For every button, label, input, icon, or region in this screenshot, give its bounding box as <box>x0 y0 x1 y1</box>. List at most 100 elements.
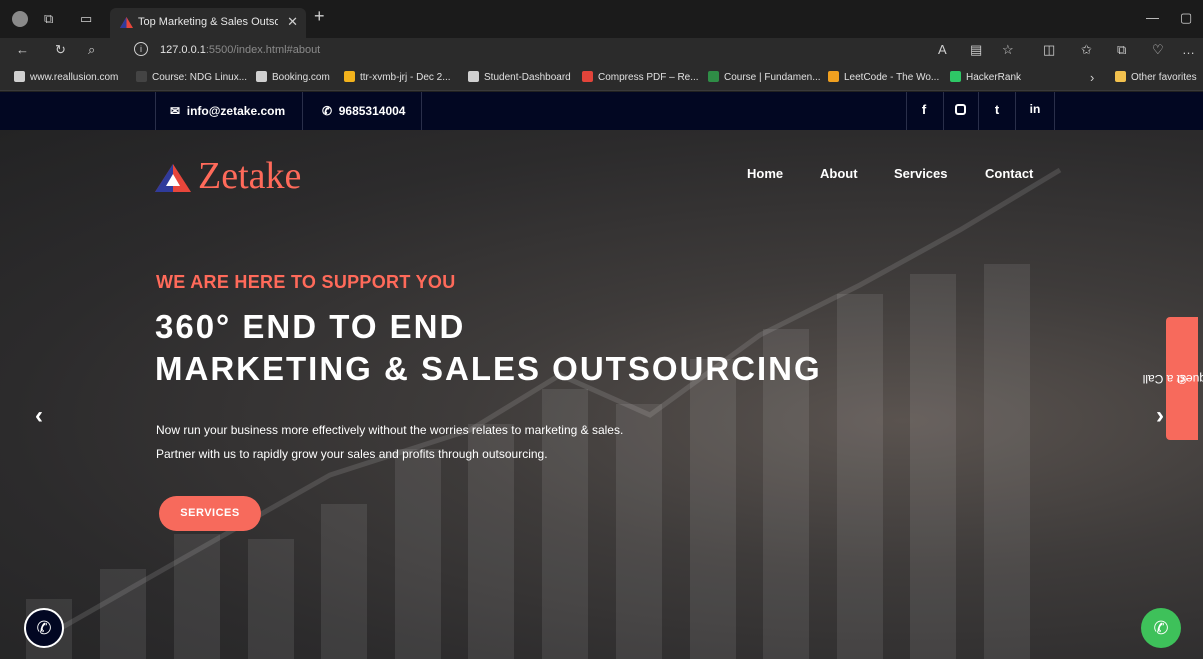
instagram-icon[interactable] <box>950 102 970 117</box>
bookmark-label: LeetCode - The Wo... <box>844 72 940 83</box>
bookmark-item[interactable]: Booking.com <box>256 71 330 83</box>
favorite-star-icon[interactable]: ☆ <box>1002 42 1014 58</box>
bookmark-favicon-icon <box>708 71 719 82</box>
nav-contact[interactable]: Contact <box>985 166 1033 181</box>
split-screen-icon[interactable]: ◫ <box>1043 42 1055 58</box>
email-link[interactable]: ✉ info@zetake.com <box>170 104 285 118</box>
site-info-icon[interactable]: i <box>134 42 148 56</box>
browser-tab-bar: ⧉ ▭ Top Marketing & Sales Outsourc ✕ + —… <box>0 0 1203 38</box>
services-button[interactable]: SERVICES <box>159 496 261 531</box>
bookmark-item[interactable]: Compress PDF – Re... <box>582 71 699 83</box>
phone-icon: ✆ <box>322 104 333 118</box>
bookmark-item[interactable]: Course: NDG Linux... <box>136 71 247 83</box>
slider-prev-icon[interactable]: ‹ <box>35 402 43 430</box>
other-favorites-label: Other favorites <box>1131 72 1197 83</box>
url-field[interactable]: 127.0.0.1:5500/index.html#about <box>160 44 320 56</box>
request-call-tab[interactable]: ✆ Request a Call <box>1143 317 1203 440</box>
request-call-label: Request a Call <box>1142 371 1203 386</box>
bookmark-label: www.reallusion.com <box>30 72 119 83</box>
bookmark-label: Course | Fundamen... <box>724 72 821 83</box>
bookmark-label: ttr-xvmb-jrj - Dec 2... <box>360 72 451 83</box>
background-trend-line <box>38 167 1062 643</box>
divider <box>906 92 907 130</box>
contact-strip: ✉ info@zetake.com ✆ 9685314004 f t in <box>0 92 1203 130</box>
workspaces-icon[interactable]: ⧉ <box>44 11 53 27</box>
whatsapp-button[interactable]: ✆ <box>1141 608 1181 648</box>
search-icon[interactable]: ⌕ <box>88 42 95 58</box>
phone-icon: ✆ <box>36 618 52 638</box>
bookmarks-overflow-icon[interactable]: › <box>1090 70 1094 86</box>
divider <box>943 92 944 130</box>
url-path: :5500/index.html#about <box>205 44 321 56</box>
restore-icon[interactable]: ▢ <box>1180 10 1192 26</box>
profile-icon[interactable] <box>12 11 28 27</box>
slider-next-icon[interactable]: › <box>1156 402 1164 430</box>
facebook-icon[interactable]: f <box>914 102 934 117</box>
minimize-icon[interactable]: — <box>1146 10 1159 26</box>
bookmark-item[interactable]: Course | Fundamen... <box>708 71 821 83</box>
whatsapp-icon: ✆ <box>1153 618 1169 638</box>
email-text: info@zetake.com <box>186 104 286 118</box>
active-tab[interactable]: Top Marketing & Sales Outsourc ✕ <box>110 8 306 38</box>
bookmark-item[interactable]: www.reallusion.com <box>14 71 118 83</box>
hero-headline-line1: 360° END TO END <box>155 308 466 345</box>
hero-headline-line2: MARKETING & SALES OUTSOURCING <box>155 350 822 387</box>
read-aloud-icon[interactable]: A <box>938 42 947 58</box>
bookmark-favicon-icon <box>136 71 147 82</box>
bookmark-label: HackerRank <box>966 72 1022 83</box>
phone-text: 9685314004 <box>338 104 406 118</box>
back-icon[interactable]: ← <box>16 42 29 58</box>
logo-text[interactable]: Zetake <box>198 154 301 198</box>
bookmark-favicon-icon <box>14 71 25 82</box>
zetake-favicon-icon <box>120 17 133 28</box>
linkedin-icon[interactable]: in <box>1025 102 1045 116</box>
bookmark-favicon-icon <box>950 71 961 82</box>
more-icon[interactable]: … <box>1182 42 1195 58</box>
nav-home[interactable]: Home <box>747 166 783 181</box>
favorites-icon[interactable]: ✩ <box>1081 42 1092 58</box>
other-favorites[interactable]: Other favorites <box>1115 71 1197 83</box>
twitter-icon[interactable]: t <box>987 102 1007 117</box>
divider <box>978 92 979 130</box>
hero-description: Now run your business more effectively w… <box>156 423 624 461</box>
url-host: 127.0.0.1 <box>160 44 206 56</box>
collections-icon[interactable]: ⧉ <box>1117 42 1126 58</box>
bookmark-item[interactable]: ttr-xvmb-jrj - Dec 2... <box>344 71 451 83</box>
nav-services[interactable]: Services <box>894 166 948 181</box>
zetake-logo-icon[interactable] <box>155 164 191 192</box>
tab-actions-icon[interactable]: ▭ <box>80 11 92 27</box>
bookmark-favicon-icon <box>582 71 593 82</box>
bookmarks-bar: www.reallusion.com Course: NDG Linux... Bo… <box>0 64 1203 91</box>
refresh-icon[interactable]: ↻ <box>55 42 66 58</box>
bookmark-favicon-icon <box>468 71 479 82</box>
address-bar-row: ← ↻ ⌕ i 127.0.0.1:5500/index.html#about … <box>0 38 1203 64</box>
hero-slider: Zetake Home About Services Contact WE AR… <box>0 130 1203 659</box>
hero-eyebrow: WE ARE HERE TO SUPPORT YOU <box>156 272 456 292</box>
bookmark-label: Student-Dashboard <box>484 72 571 83</box>
folder-icon <box>1115 71 1126 82</box>
nav-about[interactable]: About <box>820 166 858 181</box>
bookmark-favicon-icon <box>344 71 355 82</box>
phone-link[interactable]: ✆ 9685314004 <box>322 104 405 118</box>
bookmark-item[interactable]: LeetCode - The Wo... <box>828 71 939 83</box>
copilot-icon[interactable]: ♡ <box>1152 42 1164 58</box>
bookmark-item[interactable]: HackerRank <box>950 71 1021 83</box>
bookmark-label: Booking.com <box>272 72 330 83</box>
bookmark-item[interactable]: Student-Dashboard <box>468 71 571 83</box>
bookmark-label: Course: NDG Linux... <box>152 72 248 83</box>
web-page: ✉ info@zetake.com ✆ 9685314004 f t in Ze… <box>0 92 1203 659</box>
divider <box>155 92 156 130</box>
floating-call-button[interactable]: ✆ <box>24 608 64 648</box>
close-tab-icon[interactable]: ✕ <box>287 14 298 30</box>
reader-icon[interactable]: ▤ <box>970 42 982 58</box>
mail-icon: ✉ <box>170 104 181 118</box>
divider <box>302 92 303 130</box>
divider <box>1015 92 1016 130</box>
bookmark-favicon-icon <box>828 71 839 82</box>
bookmark-favicon-icon <box>256 71 267 82</box>
divider <box>1054 92 1055 130</box>
divider <box>421 92 422 130</box>
tab-title: Top Marketing & Sales Outsourc <box>138 16 278 28</box>
new-tab-button[interactable]: + <box>314 7 325 25</box>
bookmark-label: Compress PDF – Re... <box>598 72 699 83</box>
